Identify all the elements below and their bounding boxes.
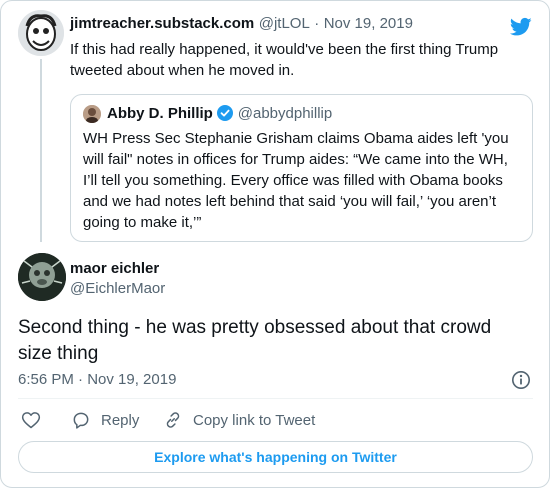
info-icon[interactable] (511, 370, 531, 390)
text-line: WH Press Sec Stephanie Grisham claims Ob… (83, 130, 509, 147)
copy-link-button[interactable]: Copy link to Tweet (163, 409, 315, 431)
main-tweet-text: Second thing - he was pretty obsessed ab… (18, 315, 491, 367)
explore-twitter-button[interactable]: Explore what's happening on Twitter (18, 441, 533, 473)
user-handle[interactable]: @EichlerMaor (70, 280, 165, 297)
avatar (83, 105, 101, 123)
heart-icon (21, 410, 41, 430)
quoted-tweet[interactable]: Abby D. Phillip @abbydphillip WH Press S… (70, 94, 533, 242)
tweet-embed-card: jimtreacher.substack.com @jtLOL · Nov 19… (0, 0, 550, 488)
user-handle: @abbydphillip (237, 105, 333, 122)
tweet-date[interactable]: Nov 19, 2019 (324, 15, 413, 32)
text-line: going to make it,’” (83, 214, 202, 231)
text-line: tweeted about when he moved in. (70, 62, 295, 79)
tweet-timestamp[interactable]: 6:56 PM · Nov 19, 2019 (18, 371, 176, 388)
avatar[interactable] (18, 253, 66, 301)
text-line: and we had notes left behind that said ‘… (83, 193, 497, 210)
reply-icon (71, 410, 91, 430)
text-line: Second thing - he was pretty obsessed ab… (18, 317, 492, 338)
quoted-tweet-text: WH Press Sec Stephanie Grisham claims Ob… (83, 128, 509, 233)
explore-label: Explore what's happening on Twitter (154, 449, 397, 465)
verified-badge-icon (217, 105, 234, 121)
main-tweet-display-name[interactable]: maor eichler (70, 260, 159, 277)
replied-tweet-header: jimtreacher.substack.com @jtLOL · Nov 19… (70, 15, 413, 33)
avatar[interactable] (18, 10, 64, 56)
replied-tweet-text: If this had really happened, it would've… (70, 39, 498, 81)
display-name: maor eichler (70, 260, 160, 277)
display-name[interactable]: jimtreacher.substack.com (70, 15, 254, 32)
like-button[interactable] (21, 409, 41, 431)
reply-button[interactable]: Reply (71, 409, 139, 431)
text-line: If this had really happened, it would've… (70, 41, 499, 58)
text-line: will fail" notes in offices for Trump ai… (83, 151, 508, 168)
copy-link-label: Copy link to Tweet (193, 411, 316, 429)
text-line: I’ll tell you something. Every office wa… (83, 172, 503, 189)
user-handle[interactable]: @jtLOL (259, 15, 310, 32)
reply-label: Reply (101, 411, 140, 429)
text-line: size thing (18, 343, 99, 364)
twitter-bird-icon[interactable] (509, 17, 532, 37)
display-name: Abby D. Phillip (107, 105, 213, 122)
link-icon (163, 410, 183, 430)
divider (18, 398, 533, 399)
quoted-tweet-header: Abby D. Phillip @abbydphillip (107, 105, 332, 123)
thread-connector-line (40, 59, 42, 242)
separator: · (314, 15, 320, 32)
